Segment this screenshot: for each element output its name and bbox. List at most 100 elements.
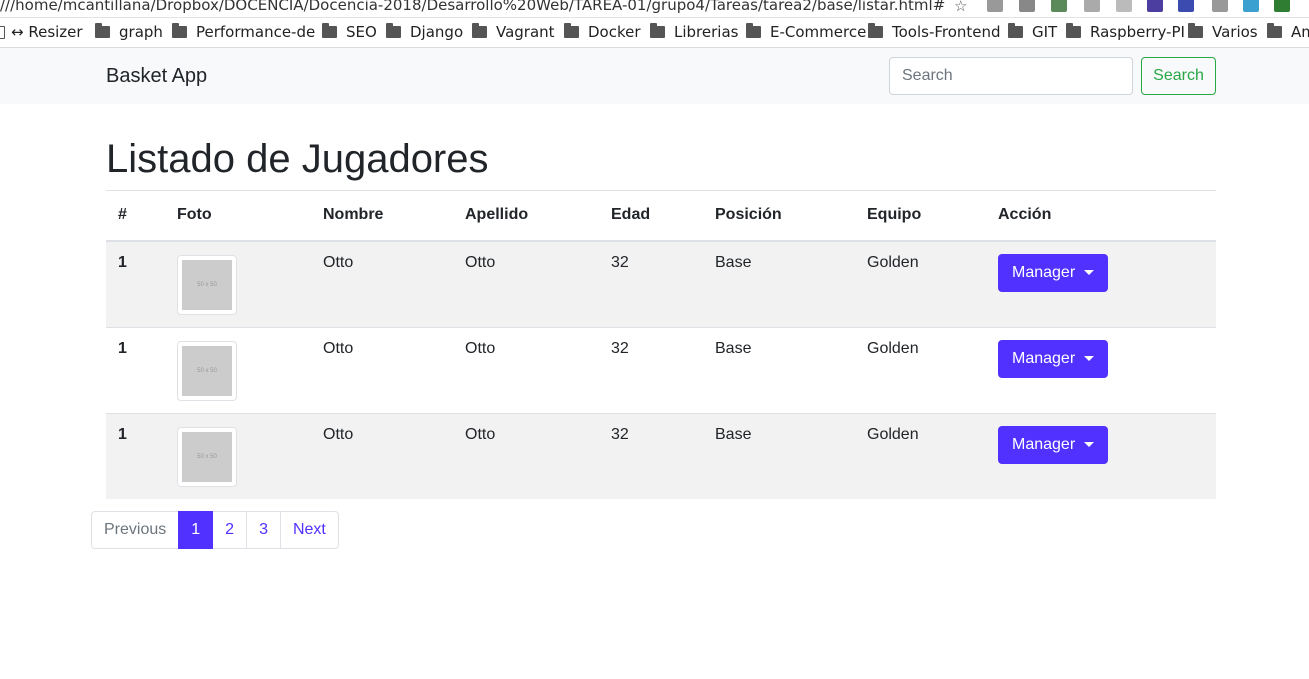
cell-foto: 50 x 50: [165, 412, 311, 499]
cell-posicion: Base: [703, 326, 855, 413]
pagination-page-3[interactable]: 3: [246, 511, 281, 549]
folder-icon: [650, 23, 665, 38]
bookmark-performance[interactable]: Performance-de: [172, 23, 315, 41]
cell-edad: 32: [599, 412, 703, 499]
folder-icon: [868, 23, 883, 38]
bookmark-resizer[interactable]: ↔ Resizer: [0, 23, 83, 41]
extension-icon[interactable]: [1178, 0, 1194, 12]
bookmark-star-icon[interactable]: ☆: [954, 0, 967, 15]
bookmark-vagrant[interactable]: Vagrant: [472, 23, 555, 41]
extension-icon[interactable]: [1147, 0, 1163, 12]
column-header-edad: Edad: [599, 190, 703, 242]
folder-icon: [1066, 23, 1081, 38]
column-header-equipo: Equipo: [855, 190, 986, 242]
players-table: # Foto Nombre Apellido Edad Posición Equ…: [106, 190, 1216, 499]
bookmark-seo[interactable]: SEO: [322, 23, 377, 41]
table-row: 1 50 x 50 Otto Otto 32 Base Golden Manag…: [106, 240, 1216, 327]
photo-placeholder: 50 x 50: [182, 431, 232, 482]
pagination: Previous 1 2 3 Next: [91, 511, 339, 549]
cell-nombre: Otto: [311, 412, 453, 499]
folder-icon: [472, 23, 487, 38]
cell-apellido: Otto: [453, 412, 599, 499]
extension-icon[interactable]: [1051, 0, 1067, 12]
cell-nombre: Otto: [311, 240, 453, 327]
pagination-page-2[interactable]: 2: [212, 511, 248, 549]
column-header-num: #: [106, 190, 165, 242]
search-button[interactable]: Search: [1141, 57, 1216, 95]
player-photo: 50 x 50: [177, 426, 237, 487]
cell-num: 1: [106, 412, 165, 499]
cell-equipo: Golden: [855, 326, 986, 413]
bookmark-ecommerce[interactable]: E-Commerce: [746, 23, 866, 41]
bookmark-graph[interactable]: graph: [95, 23, 163, 41]
page-title: Listado de Jugadores: [106, 137, 489, 181]
cell-apellido: Otto: [453, 240, 599, 327]
extension-icon[interactable]: [987, 0, 1003, 12]
bookmark-docker[interactable]: Docker: [564, 23, 641, 41]
navbar-brand[interactable]: Basket App: [106, 65, 207, 88]
caret-down-icon: [1084, 356, 1095, 361]
folder-icon: [386, 23, 401, 38]
cell-foto: 50 x 50: [165, 326, 311, 413]
cell-accion: Manager: [986, 240, 1216, 327]
cell-posicion: Base: [703, 412, 855, 499]
bookmark-varios[interactable]: Varios: [1188, 23, 1258, 41]
table-header-row: # Foto Nombre Apellido Edad Posición Equ…: [106, 190, 1216, 242]
extension-icon[interactable]: [1019, 0, 1035, 12]
bookmark-librerias[interactable]: Librerias: [650, 23, 738, 41]
cell-edad: 32: [599, 326, 703, 413]
extension-icon[interactable]: [1243, 0, 1259, 12]
folder-icon: [1267, 23, 1282, 38]
pagination-next[interactable]: Next: [279, 511, 339, 549]
browser-address-bar[interactable]: ///home/mcantillana/Dropbox/DOCENCIA/Doc…: [0, 0, 1309, 18]
bookmark-raspberry-pi[interactable]: Raspberry-PI: [1066, 23, 1185, 41]
extension-icon[interactable]: [1084, 0, 1100, 12]
table-row: 1 50 x 50 Otto Otto 32 Base Golden Manag…: [106, 412, 1216, 499]
folder-icon: [1188, 23, 1203, 38]
cell-accion: Manager: [986, 412, 1216, 499]
photo-placeholder: 50 x 50: [182, 345, 232, 396]
cell-edad: 32: [599, 240, 703, 327]
folder-icon: [1008, 23, 1023, 38]
cell-accion: Manager: [986, 326, 1216, 413]
extension-icon[interactable]: [1116, 0, 1132, 12]
folder-icon: [746, 23, 761, 38]
cell-num: 1: [106, 326, 165, 413]
manager-dropdown-button[interactable]: Manager: [998, 425, 1109, 464]
manager-dropdown-button[interactable]: Manager: [998, 253, 1109, 292]
bookmark-am[interactable]: Am: [1267, 23, 1309, 41]
cell-apellido: Otto: [453, 326, 599, 413]
manager-dropdown-button[interactable]: Manager: [998, 339, 1109, 378]
cell-equipo: Golden: [855, 412, 986, 499]
cell-equipo: Golden: [855, 240, 986, 327]
column-header-posicion: Posición: [703, 190, 855, 242]
manager-label: Manager: [1012, 435, 1076, 453]
bookmarks-bar: ↔ Resizer graph Performance-de SEO Djang…: [0, 18, 1309, 48]
cell-foto: 50 x 50: [165, 240, 311, 327]
manager-label: Manager: [1012, 349, 1076, 367]
caret-down-icon: [1084, 270, 1095, 275]
column-header-foto: Foto: [165, 190, 311, 242]
folder-icon: [564, 23, 579, 38]
folder-icon: [172, 23, 187, 38]
bookmark-git[interactable]: GIT: [1008, 23, 1057, 41]
column-header-accion: Acción: [986, 190, 1216, 242]
pagination-previous[interactable]: Previous: [91, 511, 180, 549]
page-icon: [0, 25, 5, 39]
bookmark-django[interactable]: Django: [386, 23, 463, 41]
pagination-page-1[interactable]: 1: [178, 511, 214, 549]
player-photo: 50 x 50: [177, 254, 237, 315]
extension-icon[interactable]: [1212, 0, 1228, 12]
search-input[interactable]: [889, 57, 1133, 95]
column-header-nombre: Nombre: [311, 190, 453, 242]
player-photo: 50 x 50: [177, 340, 237, 401]
folder-icon: [322, 23, 337, 38]
navbar: Basket App Search: [0, 48, 1309, 104]
address-url[interactable]: ///home/mcantillana/Dropbox/DOCENCIA/Doc…: [0, 0, 945, 14]
bookmark-tools-frontend[interactable]: Tools-Frontend: [868, 23, 1001, 41]
column-header-apellido: Apellido: [453, 190, 599, 242]
extension-icon[interactable]: [1274, 0, 1290, 12]
table-row: 1 50 x 50 Otto Otto 32 Base Golden Manag…: [106, 326, 1216, 413]
caret-down-icon: [1084, 442, 1095, 447]
folder-icon: [95, 23, 110, 38]
